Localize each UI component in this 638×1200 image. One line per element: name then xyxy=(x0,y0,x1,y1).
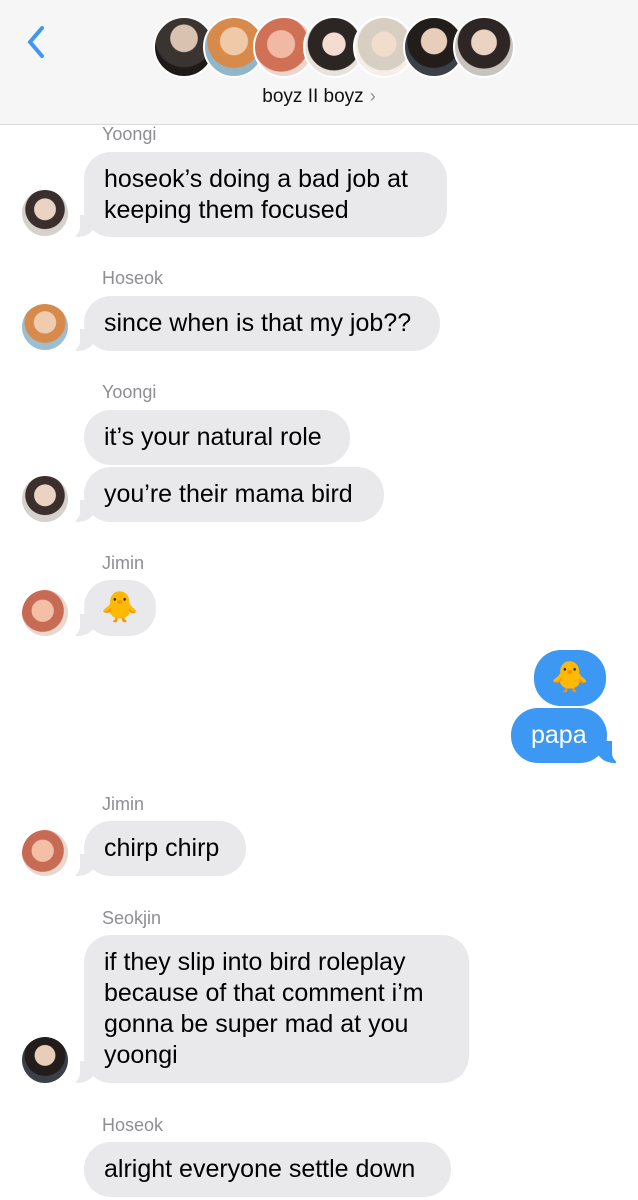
conversation-header: boyz II boyz › xyxy=(0,0,638,125)
bubble-tail xyxy=(66,1059,96,1085)
bubble-tail xyxy=(66,612,96,638)
bubble-tail xyxy=(66,327,96,353)
bubble-tail xyxy=(66,852,96,878)
incoming-message-bubble[interactable]: since when is that my job?? xyxy=(84,296,440,351)
avatar[interactable] xyxy=(22,590,68,636)
incoming-message-bubble[interactable]: chirp chirp xyxy=(84,821,246,876)
sender-name: Jimin xyxy=(102,553,145,573)
avatar[interactable] xyxy=(22,304,68,350)
incoming-emoji-bubble[interactable]: 🐥 xyxy=(84,580,156,636)
bubble-tail xyxy=(66,498,96,524)
incoming-message-bubble[interactable]: hoseok’s doing a bad job at keeping them… xyxy=(84,152,447,237)
avatar[interactable] xyxy=(22,476,68,522)
outgoing-emoji-bubble[interactable]: 🐥 xyxy=(534,650,606,706)
group-avatars[interactable] xyxy=(153,16,515,80)
incoming-message-bubble[interactable]: if they slip into bird roleplay because … xyxy=(84,935,469,1083)
sender-name: Jimin xyxy=(102,794,145,814)
chevron-left-icon[interactable] xyxy=(22,24,52,60)
sender-name: Hoseok xyxy=(102,268,164,288)
avatar[interactable] xyxy=(22,1037,68,1083)
group-avatar xyxy=(453,16,515,78)
sender-name: Yoongi xyxy=(102,382,157,402)
incoming-message-bubble[interactable]: alright everyone settle down xyxy=(84,1142,451,1197)
sender-name: Hoseok xyxy=(102,1115,164,1135)
avatar[interactable] xyxy=(22,190,68,236)
avatar[interactable] xyxy=(22,830,68,876)
sender-name: Seokjin xyxy=(102,908,162,928)
bubble-tail xyxy=(66,213,96,239)
group-name-label: boyz II boyz xyxy=(262,86,364,107)
chevron-right-icon: › xyxy=(369,86,376,106)
incoming-message-bubble[interactable]: you’re their mama bird xyxy=(84,467,384,522)
group-name[interactable]: boyz II boyz › xyxy=(0,86,638,108)
bubble-tail xyxy=(596,739,626,765)
sender-name: Yoongi xyxy=(102,124,157,144)
incoming-message-bubble[interactable]: it’s your natural role xyxy=(84,410,350,465)
outgoing-message-bubble[interactable]: papa xyxy=(511,708,607,763)
